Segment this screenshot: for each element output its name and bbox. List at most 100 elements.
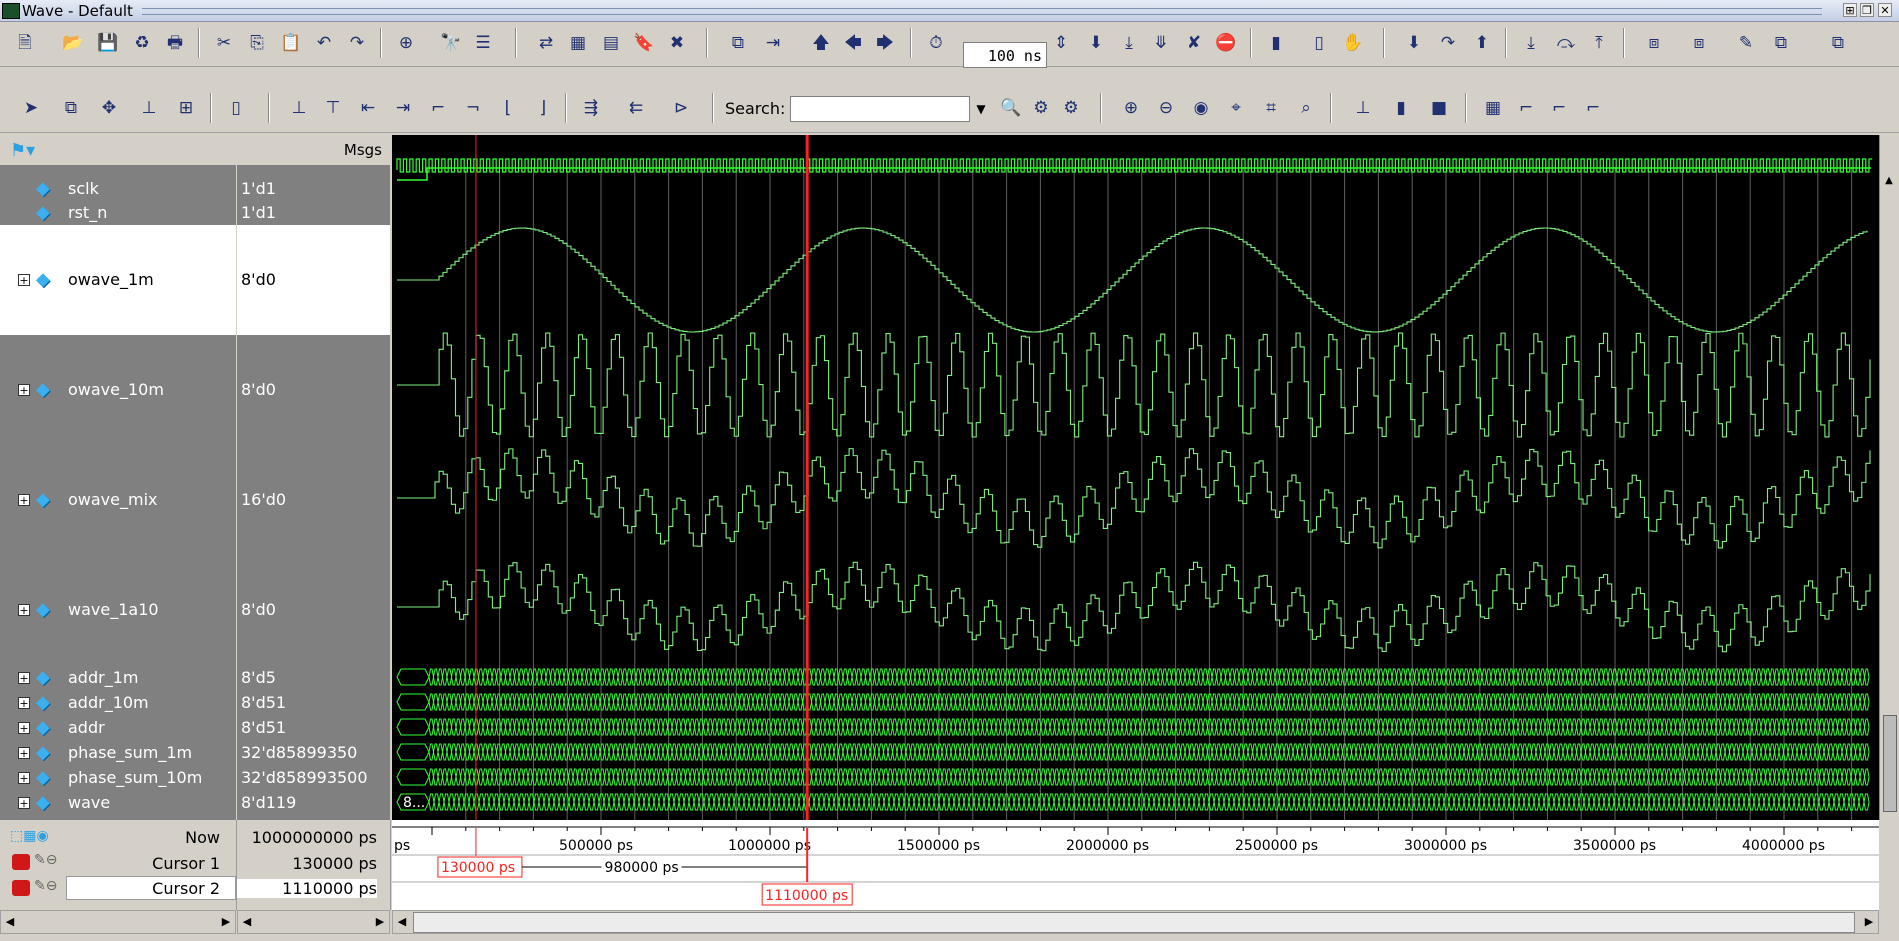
edit-icon[interactable]: ✎ <box>1735 32 1757 54</box>
undock-icon[interactable]: ❐ <box>1860 3 1874 17</box>
scroll-left-icon[interactable]: ◀ <box>238 911 256 933</box>
scroll-up-icon[interactable]: ▲ <box>1882 175 1896 189</box>
values-hscrollbar[interactable]: ◀ ▶ <box>237 910 390 934</box>
zoom-range-icon[interactable]: ⌗ <box>1260 97 1282 119</box>
step-over-cycle-icon[interactable]: ⤼ <box>1555 32 1577 54</box>
reload-icon[interactable]: ♻ <box>131 32 153 54</box>
step-over-icon[interactable]: ↷ <box>1437 32 1459 54</box>
signal-name[interactable]: phase_sum_10m <box>68 768 202 787</box>
schematic-icon[interactable]: ▯ <box>225 97 247 119</box>
expand-toggle-icon[interactable]: + <box>18 494 30 507</box>
scroll-left-icon[interactable]: ◀ <box>393 911 411 933</box>
cursor-line-icon[interactable]: ⊥ <box>1352 97 1374 119</box>
stop-icon[interactable]: ⛔ <box>1215 32 1237 54</box>
titlebar-grip[interactable] <box>142 8 1822 15</box>
search-find-icon[interactable]: 🔍 <box>1000 97 1022 119</box>
zoom-mode-icon[interactable]: ⧉ <box>60 97 82 119</box>
zoom-out-icon[interactable]: ⊖ <box>1155 97 1177 119</box>
scroll-right-icon[interactable]: ▶ <box>371 911 389 933</box>
step-wave3-icon[interactable]: ⌐ <box>1582 97 1604 119</box>
combine-icon[interactable]: ▤ <box>600 32 622 54</box>
search-options-icon[interactable]: ⚙ <box>1030 97 1052 119</box>
run-all-icon[interactable]: ⤋ <box>1150 32 1172 54</box>
zoom-in-icon[interactable]: ⊕ <box>1120 97 1142 119</box>
scroll-thumb[interactable] <box>1883 715 1897 812</box>
signal-name[interactable]: addr <box>68 718 105 737</box>
step-into-icon[interactable]: ⬇ <box>1403 32 1425 54</box>
falling-edge-icon[interactable]: ¬ <box>462 97 484 119</box>
spin-icon[interactable]: ⇕ <box>1050 32 1072 54</box>
move-icon[interactable]: ✥ <box>98 97 120 119</box>
expand-icon[interactable]: ⇶ <box>580 97 602 119</box>
signal-name[interactable]: owave_10m <box>68 380 164 399</box>
scroll-right-icon[interactable]: ▶ <box>1860 911 1878 933</box>
now-toolbar-icons[interactable]: ⬚▦◉ <box>10 828 49 844</box>
signal-name[interactable]: addr_10m <box>68 693 149 712</box>
signal-name[interactable]: owave_1m <box>68 270 154 289</box>
signal-name[interactable]: wave <box>68 793 110 812</box>
next-edge-icon[interactable]: ⇥ <box>392 97 414 119</box>
search-input[interactable] <box>790 96 970 122</box>
redo-icon[interactable]: ↷ <box>346 32 368 54</box>
wave-scroll-thumb[interactable] <box>413 912 1855 933</box>
compare-icon[interactable]: ⊳ <box>670 97 692 119</box>
paste-icon[interactable]: 📋 <box>280 32 302 54</box>
search-dropdown-icon[interactable]: ▼ <box>970 96 992 122</box>
new-file-icon[interactable]: 🗎 <box>14 32 36 54</box>
signal-name[interactable]: wave_1a10 <box>68 600 159 619</box>
dataflow-icon[interactable]: ⊞ <box>175 97 197 119</box>
continue-icon[interactable]: ⤓ <box>1118 32 1140 54</box>
edit-mode-icon[interactable]: ⊥ <box>138 97 160 119</box>
find-next-icon[interactable]: ⌋ <box>532 97 554 119</box>
layout3-icon[interactable]: ⧉ <box>1770 32 1792 54</box>
block-icon[interactable]: ■ <box>1428 97 1450 119</box>
signal-name[interactable]: rst_n <box>68 203 107 222</box>
delete-icon[interactable]: ✖ <box>666 32 688 54</box>
wave-hscrollbar[interactable]: ◀ ▶ <box>392 910 1879 934</box>
divider-icon[interactable]: ⇄ <box>535 32 557 54</box>
expand-toggle-icon[interactable]: + <box>18 384 30 397</box>
left-arrow-icon[interactable]: 🡄 <box>842 32 864 54</box>
bookmark-icon[interactable]: 🔖 <box>633 32 655 54</box>
bar-icon[interactable]: ▮ <box>1390 97 1412 119</box>
copy-icon[interactable]: ⎘ <box>246 32 268 54</box>
undo-icon[interactable]: ↶ <box>313 32 335 54</box>
vertical-scrollbar[interactable]: ▲ <box>1879 135 1899 820</box>
dock-icon[interactable]: ⊞ <box>1843 3 1857 17</box>
layout2-icon[interactable]: ⧈ <box>1688 32 1710 54</box>
restart-icon[interactable]: ⧉ <box>727 32 749 54</box>
find-prev-icon[interactable]: ⌊ <box>497 97 519 119</box>
zoom-cursor-icon[interactable]: ⌖ <box>1225 97 1247 119</box>
group-icon[interactable]: ▦ <box>567 32 589 54</box>
layout4-icon[interactable]: ⧉ <box>1827 32 1849 54</box>
expand-toggle-icon[interactable]: + <box>18 274 30 287</box>
break-icon[interactable]: ✘ <box>1183 32 1205 54</box>
hand-icon[interactable]: ✋ <box>1342 32 1364 54</box>
cursor2-edit-icon[interactable]: ✎⊖ <box>34 878 57 894</box>
cursor1-edit-icon[interactable]: ✎⊖ <box>34 852 57 868</box>
run-icon[interactable]: ⬇ <box>1085 32 1107 54</box>
format-icon[interactable]: ☰ <box>472 32 494 54</box>
close-icon[interactable]: ✕ <box>1878 3 1892 17</box>
signal-name[interactable]: addr_1m <box>68 668 138 687</box>
up-arrow-icon[interactable]: 🡅 <box>810 32 832 54</box>
expand-toggle-icon[interactable]: + <box>18 671 30 684</box>
find-icon[interactable]: 🔭 <box>440 32 462 54</box>
cut-icon[interactable]: ✂ <box>213 32 235 54</box>
search-settings-icon[interactable]: ⚙ <box>1060 97 1082 119</box>
rising-edge-icon[interactable]: ⌐ <box>427 97 449 119</box>
zoom-last-icon[interactable]: ⌕ <box>1295 97 1317 119</box>
run-length-icon[interactable]: ⏱ <box>925 32 947 54</box>
open-folder-icon[interactable]: 📂 <box>62 32 84 54</box>
step-out-cycle-icon[interactable]: ⤒ <box>1588 32 1610 54</box>
cursor2-lock-icon[interactable] <box>12 880 30 896</box>
performance-icon[interactable]: ▮ <box>1265 32 1287 54</box>
expand-toggle-icon[interactable]: + <box>18 771 30 784</box>
insert-icon[interactable]: ⊕ <box>395 32 417 54</box>
scroll-right-icon[interactable]: ▶ <box>217 911 235 933</box>
collapse-icon[interactable]: ⇇ <box>625 97 647 119</box>
expand-toggle-icon[interactable]: + <box>18 746 30 759</box>
cursor1-lock-icon[interactable] <box>12 854 30 870</box>
right-arrow-icon[interactable]: 🡆 <box>874 32 896 54</box>
step-into-cycle-icon[interactable]: ⤓ <box>1520 32 1542 54</box>
